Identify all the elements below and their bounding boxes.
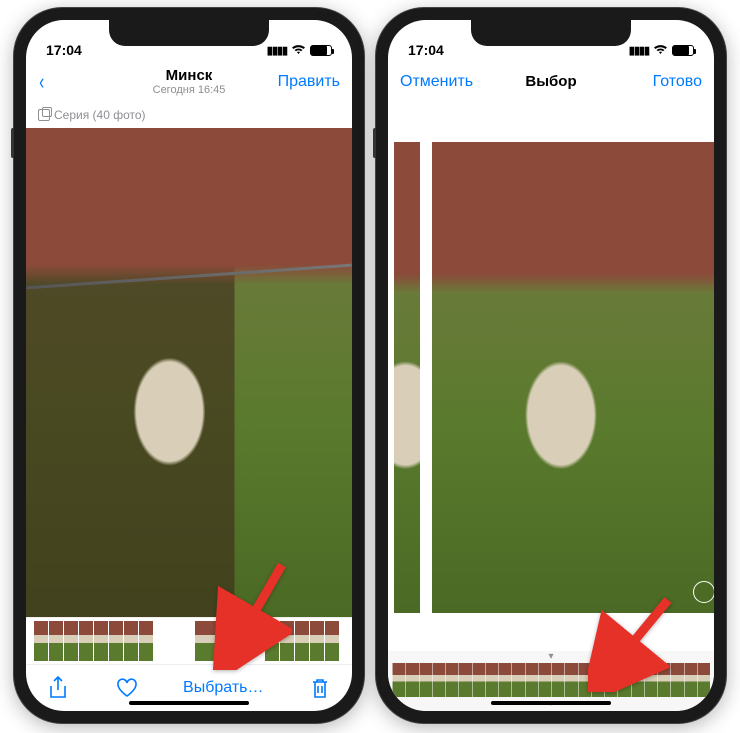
scrub-thumb[interactable] [697,663,710,697]
photo-viewer[interactable] [26,128,352,617]
scrub-thumb[interactable] [604,663,617,697]
wifi-icon [291,42,306,58]
notch [471,20,631,46]
scrub-thumb[interactable] [551,663,564,697]
scrub-thumb[interactable] [644,663,657,697]
select-button[interactable]: Выбрать… [183,679,263,697]
scrub-thumb[interactable] [538,663,551,697]
scrub-thumb[interactable] [617,663,630,697]
heart-icon [116,678,138,698]
scrub-thumb[interactable] [684,663,697,697]
share-icon [48,676,68,700]
thumb[interactable] [64,621,78,661]
picker-photo-current[interactable] [432,142,714,612]
picker-photo-prev[interactable] [394,142,420,612]
thumb[interactable] [139,621,153,661]
status-indicators: ▮▮▮▮ [267,42,332,58]
phone-left: 17:04 ▮▮▮▮ ‹ Минск Сегодня 16:45 Править… [14,8,364,723]
thumb[interactable] [94,621,108,661]
scrub-thumb[interactable] [670,663,683,697]
home-indicator[interactable] [129,701,249,705]
scrubber-caret-icon: ▾ [388,651,714,663]
thumb[interactable] [49,621,63,661]
nav-title: Минск [153,67,226,84]
burst-meta: Серия (40 фото) [26,104,352,128]
cellular-icon: ▮▮▮▮ [267,44,287,57]
thumb[interactable] [124,621,138,661]
thumb-gap [224,621,264,661]
thumb[interactable] [265,621,279,661]
scrub-thumb[interactable] [405,663,418,697]
scrub-thumb[interactable] [657,663,670,697]
screen-right: 17:04 ▮▮▮▮ Отменить Выбор Готово [388,20,714,711]
nav-subtitle: Сегодня 16:45 [153,84,226,97]
thumb-current[interactable] [195,621,223,661]
scrub-thumb[interactable] [591,663,604,697]
scrub-thumb[interactable] [392,663,405,697]
status-indicators: ▮▮▮▮ [629,42,694,58]
scrub-thumb[interactable] [498,663,511,697]
battery-icon [672,45,694,56]
selection-circle-icon[interactable] [693,581,714,603]
nav-bar: Отменить Выбор Готово [388,60,714,104]
status-time: 17:04 [46,42,82,58]
battery-icon [310,45,332,56]
burst-icon [38,109,50,121]
screen-left: 17:04 ▮▮▮▮ ‹ Минск Сегодня 16:45 Править… [26,20,352,711]
burst-label: Серия (40 фото) [54,108,146,122]
favorite-button[interactable] [115,676,139,700]
scrub-thumb[interactable] [445,663,458,697]
burst-picker[interactable] [388,104,714,651]
thumb[interactable] [280,621,294,661]
scrub-thumb[interactable] [432,663,445,697]
thumbnail-strip[interactable] [26,617,352,665]
done-button[interactable]: Готово [622,73,702,91]
scrub-thumb[interactable] [578,663,591,697]
photo-image [26,128,352,617]
scrub-thumb[interactable] [564,663,577,697]
thumb[interactable] [79,621,93,661]
cancel-button[interactable]: Отменить [400,73,480,91]
nav-title-group: Минск Сегодня 16:45 [153,67,226,97]
scrub-thumb[interactable] [419,663,432,697]
phone-right: 17:04 ▮▮▮▮ Отменить Выбор Готово [376,8,726,723]
trash-icon [310,677,330,699]
share-button[interactable] [46,676,70,700]
thumb[interactable] [295,621,309,661]
scrub-thumb[interactable] [458,663,471,697]
nav-title-group: Выбор [525,73,576,90]
wifi-icon [653,42,668,58]
delete-button[interactable] [308,676,332,700]
scrub-thumb[interactable] [485,663,498,697]
nav-bar: ‹ Минск Сегодня 16:45 Править [26,60,352,104]
chevron-left-icon: ‹ [39,69,44,95]
thumb[interactable] [325,621,339,661]
thumb-gap [154,621,194,661]
thumb[interactable] [310,621,324,661]
cellular-icon: ▮▮▮▮ [629,44,649,57]
scrub-thumb[interactable] [525,663,538,697]
nav-title: Выбор [525,73,576,90]
thumb[interactable] [109,621,123,661]
edit-button[interactable]: Править [260,73,340,91]
notch [109,20,269,46]
scrubber-strip[interactable] [388,663,714,697]
scrub-thumb[interactable] [511,663,524,697]
thumb[interactable] [34,621,48,661]
scrub-thumb[interactable] [631,663,644,697]
back-button[interactable]: ‹ [38,69,118,95]
status-time: 17:04 [408,42,444,58]
scrub-thumb[interactable] [472,663,485,697]
home-indicator[interactable] [491,701,611,705]
